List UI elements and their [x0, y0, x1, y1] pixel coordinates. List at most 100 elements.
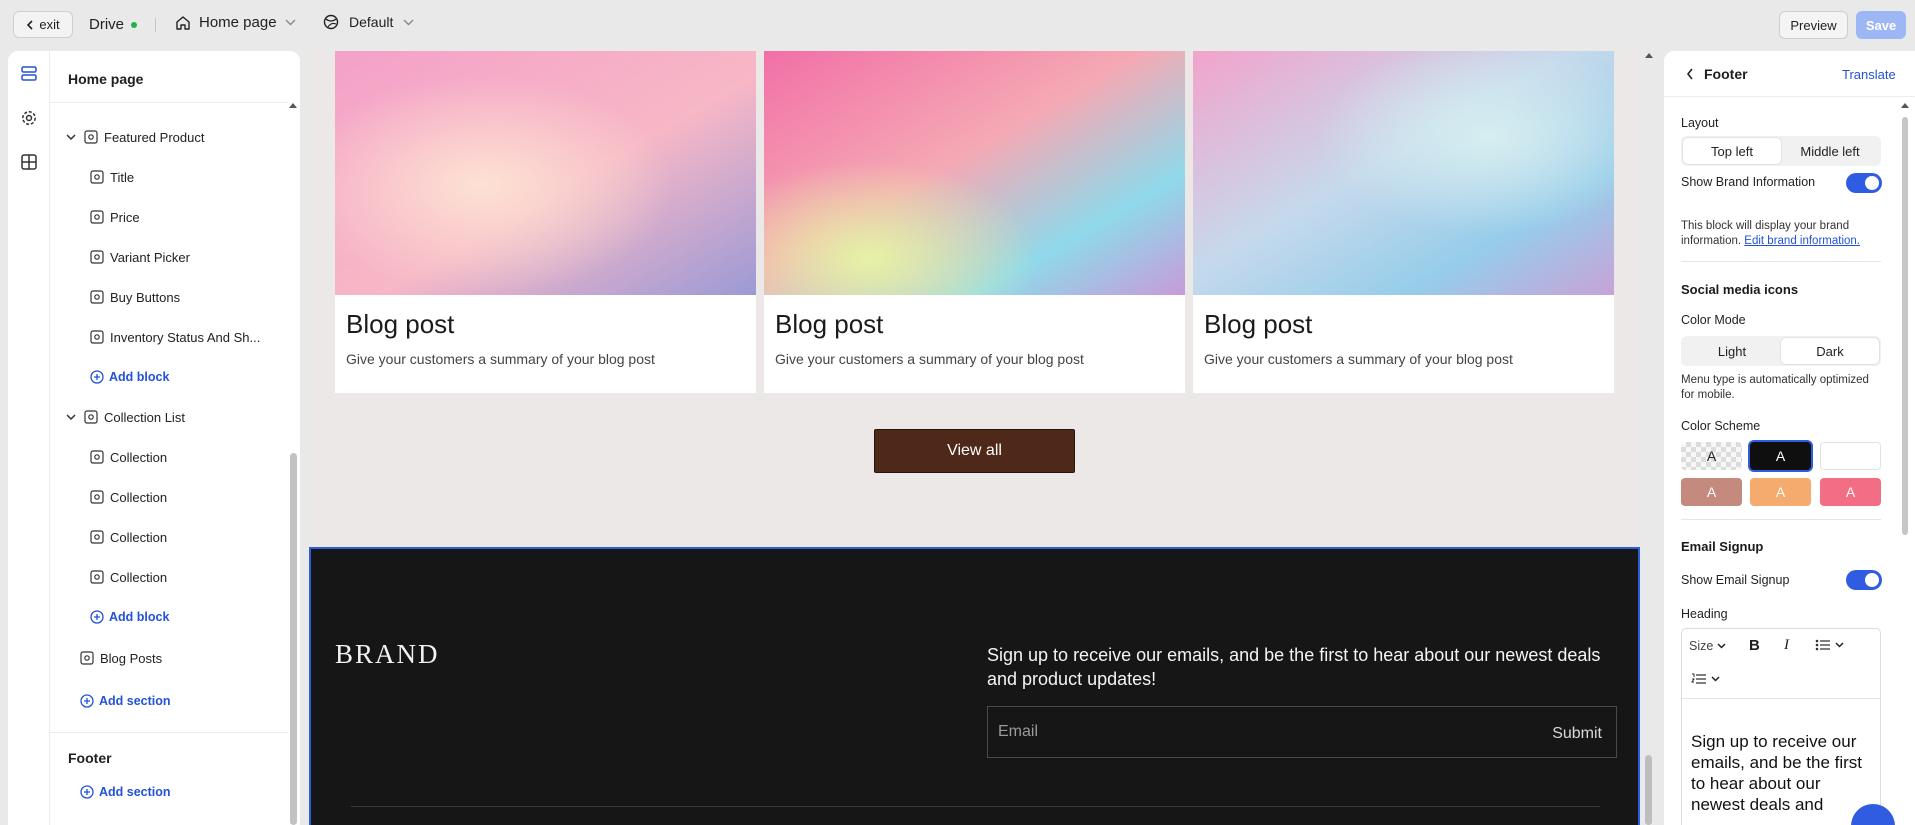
show-brand-toggle[interactable] [1846, 173, 1882, 193]
edit-brand-link[interactable]: Edit brand information. [1744, 235, 1860, 247]
save-button[interactable]: Save [1856, 11, 1906, 39]
section-icon [80, 651, 94, 665]
exit-label: exit [39, 17, 60, 32]
font-size-dropdown[interactable]: Size [1689, 639, 1726, 653]
layout-option-middle-left[interactable]: Middle left [1781, 138, 1879, 164]
color-scheme-orange[interactable]: A [1750, 478, 1811, 506]
view-all-button[interactable]: View all [874, 429, 1075, 473]
numbered-list-dropdown[interactable] [1691, 673, 1720, 685]
email-signup-heading: Email Signup [1681, 539, 1764, 554]
chevron-down-icon [1835, 642, 1844, 648]
status-dot-icon [131, 21, 138, 28]
footer-group-title: Footer [68, 750, 112, 766]
tree-item-variant-picker[interactable]: Variant Picker [90, 247, 190, 267]
heading-label: Heading [1681, 607, 1728, 621]
brand-note: This block will display your brand infor… [1681, 219, 1881, 249]
chevron-down-icon [285, 19, 296, 26]
translate-link[interactable]: Translate [1842, 67, 1896, 82]
back-chevron-icon[interactable] [1686, 68, 1694, 80]
chevron-left-icon [26, 19, 34, 30]
footer-section[interactable]: BRAND Sign up to receive our emails, and… [309, 547, 1640, 825]
tree-item-collection[interactable]: Collection [90, 487, 167, 507]
icon-rail [8, 51, 50, 825]
email-field[interactable]: Email Submit [987, 706, 1617, 758]
submit-button[interactable]: Submit [1552, 725, 1602, 743]
add-block-button[interactable]: Add block [90, 367, 169, 387]
color-scheme-dark[interactable]: A [1750, 442, 1811, 470]
page-selector[interactable]: Home page [175, 14, 296, 31]
blog-card-title: Blog post [346, 309, 455, 339]
block-icon [90, 170, 104, 184]
tree-item-label: Price [110, 209, 140, 225]
footer-add-section-button[interactable]: Add section [80, 782, 171, 802]
tree-item-featured-product[interactable]: Featured Product [66, 127, 204, 147]
divider [1681, 261, 1881, 262]
add-block-label: Add block [109, 370, 170, 384]
preview-canvas: Blog post Give your customers a summary … [309, 51, 1640, 825]
editor-toolbar: Size B I [1682, 629, 1880, 699]
color-mode-dark[interactable]: Dark [1781, 338, 1879, 364]
tree-item-label: Collection [110, 489, 168, 505]
preview-button[interactable]: Preview [1779, 11, 1848, 39]
section-tree: Home page Featured Product Title Price V… [50, 51, 300, 825]
sections-icon[interactable] [20, 65, 38, 83]
blog-card[interactable]: Blog post Give your customers a summary … [1193, 51, 1614, 393]
tree-item-title[interactable]: Title [90, 167, 134, 187]
chevron-down-icon [66, 413, 76, 421]
divider [50, 102, 288, 103]
theme-selector[interactable]: Default [323, 14, 414, 30]
brand-logo[interactable]: BRAND [335, 639, 440, 670]
add-section-button[interactable]: Add section [80, 691, 171, 711]
editor-content[interactable]: Sign up to receive our emails, and be th… [1691, 731, 1876, 815]
tree-item-label: Variant Picker [110, 249, 190, 265]
blog-card[interactable]: Blog post Give your customers a summary … [764, 51, 1185, 393]
tree-item-blog-posts[interactable]: Blog Posts [80, 648, 162, 668]
tree-item-label: Collection List [104, 409, 185, 425]
right-scrollbar-thumb[interactable] [1902, 117, 1908, 535]
tree-item-collection-list[interactable]: Collection List [66, 407, 185, 427]
tree-item-collection[interactable]: Collection [90, 567, 167, 587]
blog-card[interactable]: Blog post Give your customers a summary … [335, 51, 756, 393]
block-icon [90, 450, 104, 464]
bold-button[interactable]: B [1749, 637, 1760, 654]
exit-button[interactable]: exit [13, 11, 73, 38]
show-email-label: Show Email Signup [1681, 573, 1790, 587]
top-bar: exit Drive Home page Default Preview Sav… [0, 0, 1915, 50]
block-icon [90, 490, 104, 504]
plus-circle-icon [90, 610, 104, 624]
add-block-button[interactable]: Add block [90, 607, 169, 627]
tree-item-collection[interactable]: Collection [90, 527, 167, 547]
font-size-label: Size [1689, 639, 1714, 653]
apps-icon[interactable] [20, 153, 38, 171]
layout-option-top-left[interactable]: Top left [1683, 138, 1781, 164]
tree-item-price[interactable]: Price [90, 207, 140, 227]
color-mode-light[interactable]: Light [1683, 338, 1781, 364]
show-email-toggle[interactable] [1846, 570, 1882, 590]
color-mode-note: Menu type is automatically optimized for… [1681, 374, 1869, 401]
gear-icon[interactable] [20, 109, 38, 127]
plus-circle-icon [90, 370, 104, 384]
left-scrollbar-thumb[interactable] [290, 453, 297, 825]
color-scheme-transparent[interactable]: A [1681, 442, 1742, 470]
theme-selector-label: Default [349, 14, 394, 30]
blog-card-summary: Give your customers a summary of your bl… [1204, 351, 1513, 367]
tree-item-buy-buttons[interactable]: Buy Buttons [90, 287, 180, 307]
bullet-list-dropdown[interactable] [1815, 639, 1844, 651]
add-section-label: Add section [99, 694, 171, 708]
color-scheme-terracotta[interactable]: A [1681, 478, 1742, 506]
canvas-scrollbar[interactable] [1643, 51, 1655, 825]
chevron-down-icon [66, 133, 76, 141]
block-icon [90, 290, 104, 304]
heading-rich-text-editor[interactable]: Size B I Sign up to receive our emails, … [1681, 628, 1881, 825]
tree-item-collection[interactable]: Collection [90, 447, 167, 467]
color-scheme-light[interactable] [1820, 442, 1881, 470]
italic-button[interactable]: I [1784, 637, 1789, 654]
color-scheme-pink[interactable]: A [1820, 478, 1881, 506]
tree-item-label: Collection [110, 529, 168, 545]
plus-circle-icon [80, 694, 94, 708]
tree-item-label: Blog Posts [100, 650, 163, 666]
tree-item-inventory-status[interactable]: Inventory Status And Sh... [90, 327, 260, 347]
add-section-label: Add section [99, 785, 171, 799]
canvas-scrollbar-thumb[interactable] [1645, 755, 1652, 825]
blog-card-image [1193, 51, 1614, 295]
